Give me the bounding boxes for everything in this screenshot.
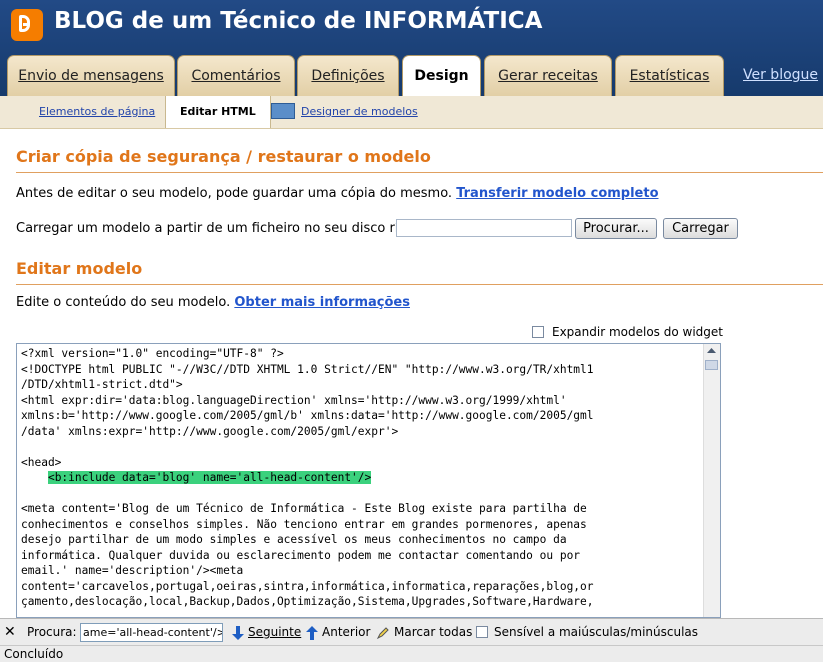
browse-button[interactable]: Procurar... [575, 218, 657, 239]
tab-comments[interactable]: Comentários [177, 55, 295, 96]
find-next-label: Seguinte [248, 625, 302, 639]
subnav-edit-html[interactable]: Editar HTML [165, 96, 271, 128]
find-bar: ✕ Procura: ame='all-head-content'/> Segu… [0, 618, 823, 646]
subnav-template-designer[interactable]: Designer de modelos [271, 96, 418, 128]
blogger-logo-icon[interactable] [11, 9, 43, 41]
main-tabs: Envio de mensagens Comentários Definiçõe… [0, 55, 823, 97]
blog-title[interactable]: BLOG de um Técnico de INFORMÁTICA [54, 8, 542, 34]
edit-section-title: Editar modelo [16, 259, 143, 278]
template-code-editor[interactable]: <?xml version="1.0" encoding="UTF-8" ?> <… [16, 343, 721, 618]
scroll-thumb[interactable] [705, 360, 718, 370]
code-line[interactable]: <?xml version="1.0" encoding="UTF-8" ?> [21, 346, 705, 362]
code-line[interactable]: /data' xmlns:expr='http://www.google.com… [21, 424, 705, 440]
highlighter-icon [376, 626, 389, 639]
code-line[interactable]: <!DOCTYPE html PUBLIC "-//W3C//DTD XHTML… [21, 362, 705, 378]
tab-monetize[interactable]: Gerar receitas [484, 55, 612, 96]
code-line[interactable]: <html expr:dir='data:blog.languageDirect… [21, 393, 705, 409]
more-info-link[interactable]: Obter mais informações [234, 295, 410, 310]
code-line[interactable]: <b:include data='blog' name='all-head-co… [21, 470, 705, 486]
code-line[interactable]: /DTD/xhtml1-strict.dtd"> [21, 377, 705, 393]
arrow-down-icon [232, 625, 244, 640]
editor-scrollbar[interactable] [703, 344, 720, 617]
backup-intro: Antes de editar o seu modelo, pode guard… [16, 186, 453, 201]
expand-widgets-label: Expandir modelos do widget [552, 325, 723, 339]
section-divider [16, 284, 823, 285]
code-line[interactable]: çamento,deslocação,local,Backup,Dados,Op… [21, 594, 705, 610]
code-line[interactable] [21, 439, 705, 455]
highlight-all-button[interactable]: Marcar todas [376, 619, 472, 646]
template-code[interactable]: <?xml version="1.0" encoding="UTF-8" ?> <… [21, 346, 705, 610]
find-label: Procura: [27, 625, 77, 639]
find-input[interactable]: ame='all-head-content'/> [80, 623, 223, 642]
template-designer-icon [271, 103, 295, 119]
edit-intro: Edite o conteúdo do seu modelo. [16, 295, 231, 310]
match-case-checkbox[interactable] [476, 626, 488, 638]
template-file-input[interactable] [396, 219, 572, 237]
code-line[interactable]: xmlns:b='http://www.google.com/2005/gml/… [21, 408, 705, 424]
upload-label: Carregar um modelo a partir de um fichei… [16, 221, 431, 236]
tab-stats[interactable]: Estatísticas [615, 55, 724, 96]
subnav-template-designer-label[interactable]: Designer de modelos [301, 105, 418, 118]
code-line[interactable]: informática. Qualquer duvida ou esclarec… [21, 548, 705, 564]
match-case-label: Sensível a maiúsculas/minúsculas [494, 625, 699, 639]
upload-button[interactable]: Carregar [663, 218, 738, 239]
code-line[interactable] [21, 486, 705, 502]
tab-design[interactable]: Design [402, 55, 481, 97]
code-line[interactable]: <meta content='Blog de um Técnico de Inf… [21, 501, 705, 517]
edit-intro-line: Edite o conteúdo do seu modelo. Obter ma… [16, 295, 410, 310]
status-bar: Concluído [0, 645, 823, 662]
close-find-icon[interactable]: ✕ [4, 619, 16, 646]
design-subnav: Elementos de página Editar HTML Designer… [0, 96, 823, 129]
find-previous-button[interactable]: Anterior [306, 619, 370, 646]
find-previous-label: Anterior [322, 625, 371, 639]
code-line[interactable]: email.' name='description'/><meta [21, 563, 705, 579]
arrow-up-icon [306, 625, 318, 640]
expand-widgets-checkbox[interactable] [532, 326, 544, 338]
code-line[interactable]: <head> [21, 455, 705, 471]
code-line[interactable]: content='carcavelos,portugal,oeiras,sint… [21, 579, 705, 595]
tab-settings[interactable]: Definições [297, 55, 399, 96]
subnav-page-elements[interactable]: Elementos de página [39, 96, 155, 128]
search-match-highlight: <b:include data='blog' name='all-head-co… [47, 471, 372, 484]
download-template-link[interactable]: Transferir modelo completo [456, 186, 658, 201]
backup-intro-line: Antes de editar o seu modelo, pode guard… [16, 186, 659, 201]
backup-section-title: Criar cópia de segurança / restaurar o m… [16, 147, 431, 166]
scroll-up-icon[interactable] [706, 346, 717, 356]
highlight-all-label: Marcar todas [394, 625, 473, 639]
code-line[interactable]: desejo partilhar de um modo simples e ac… [21, 532, 705, 548]
view-blog-link[interactable]: Ver blogue [743, 67, 818, 83]
section-divider [16, 172, 823, 173]
tab-posting[interactable]: Envio de mensagens [7, 55, 175, 96]
find-next-button[interactable]: Seguinte [232, 619, 301, 646]
code-line[interactable]: conhecimentos e conselhos simples. Não t… [21, 517, 705, 533]
